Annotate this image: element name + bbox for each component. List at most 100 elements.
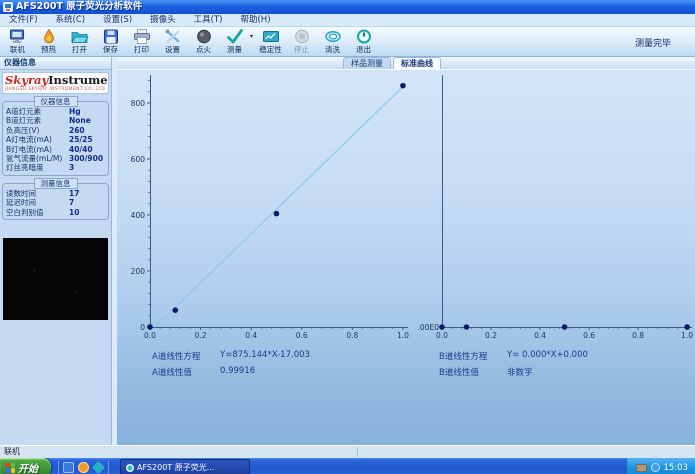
svg-text:0.8: 0.8 <box>346 331 358 340</box>
save-icon <box>101 29 121 45</box>
info-row: B道灯元素 None <box>6 116 91 126</box>
taskbar-clock[interactable]: 15:03 <box>664 463 689 473</box>
channel-a-equation-block: A道线性方程 Y=875.144*X-17.003 A道线性值 0.99916 <box>152 350 310 382</box>
instrument-info-panel: 仪器信息 A道灯元素 Hg B道灯元素 None 负高压(V) 260 A灯电流(mA… <box>2 96 109 176</box>
svg-text:600: 600 <box>131 155 146 164</box>
exit-icon <box>354 29 374 45</box>
skyray-logo: SkyrayInstrument JIANGSU SKYRAY INSTRUME… <box>2 72 109 94</box>
windows-logo-icon <box>5 462 15 473</box>
channel-b-equation-block: B道线性方程 Y= 0.000*X+0.000 B道线性值 非数字 <box>439 350 588 382</box>
svg-text:0.2: 0.2 <box>485 331 497 340</box>
measurement-info-panel: 测量信息 读数时间 17 延迟时间 7 空白判别值 10 <box>2 177 109 221</box>
svg-text:0.0: 0.0 <box>436 331 448 340</box>
tray-icon-2[interactable] <box>650 463 660 472</box>
tab-sample-measurement[interactable]: 样品测量 <box>343 57 391 69</box>
svg-text:0.6: 0.6 <box>296 331 308 340</box>
menu-item-tools[interactable]: 工具(T) <box>185 14 232 26</box>
menu-item-system[interactable]: 系统(C) <box>47 14 95 26</box>
tab-standard-curve[interactable]: 标准曲线 <box>393 57 441 69</box>
tray-icon-1[interactable] <box>635 463 647 472</box>
toolbar-button-stop[interactable]: 停止 <box>286 28 317 56</box>
sidebar-header: 仪器信息 <box>0 57 111 70</box>
toolbar-button-settings[interactable]: 设置 <box>157 28 188 56</box>
taskbar: 开始 AFS200T 原子荧光... 15:03 <box>0 458 695 474</box>
taskbar-app-label: AFS200T 原子荧光... <box>137 463 215 472</box>
connection-status: 联机 <box>4 447 20 456</box>
computer-icon <box>8 29 28 45</box>
svg-text:0.4: 0.4 <box>245 331 257 340</box>
a-linearity-value: 0.99916 <box>220 366 256 376</box>
info-row: A灯电流(mA) 25/25 <box>6 135 93 145</box>
info-row: B灯电流(mA) 40/40 <box>6 144 93 154</box>
svg-text:0.00E0: 0.00E0 <box>417 323 439 332</box>
menu-item-camera[interactable]: 摄像头 <box>141 14 185 26</box>
toolbar-button-stability[interactable]: 稳定性 <box>255 28 286 56</box>
settings-icon <box>163 29 183 45</box>
statusbar-separator <box>357 447 358 457</box>
info-row: 负高压(V) 260 <box>6 125 85 135</box>
stop-icon <box>292 29 312 45</box>
svg-text:200: 200 <box>131 267 146 276</box>
toolbar-button-preheat[interactable]: 预热 <box>33 28 64 56</box>
menu-item-file[interactable]: 文件(F) <box>0 14 47 26</box>
info-row: 灯丝亮暗度 3 <box>6 163 75 173</box>
svg-text:1.0: 1.0 <box>397 331 409 340</box>
info-row: A道灯元素 Hg <box>6 107 81 116</box>
window-title: AFS200T 原子荧光分析软件 <box>16 1 143 12</box>
svg-text:800: 800 <box>131 99 146 108</box>
app-icon-small <box>126 463 134 472</box>
menu-item-settings[interactable]: 设置(S) <box>94 14 141 26</box>
open-folder-icon <box>70 29 90 45</box>
a-linearity-label: A道线性值 <box>152 368 192 378</box>
sidebar: 仪器信息 SkyrayInstrument JIANGSU SKYRAY INS… <box>0 57 112 445</box>
toolbar-button-connect[interactable]: 联机 <box>2 28 33 56</box>
quick-launch-icon-2[interactable] <box>78 462 89 473</box>
print-icon <box>132 29 152 45</box>
logo-brand-italic: Skyray <box>5 73 49 87</box>
svg-text:1.0: 1.0 <box>681 331 693 340</box>
taskbar-app-button[interactable]: AFS200T 原子荧光... <box>120 459 250 474</box>
toolbar-button-exit[interactable]: 退出 <box>348 28 379 56</box>
chart-area: 0.0 0.2 0.4 0.6 0.8 1.0 0 200 400 600 800 0.0 0.2 0.… <box>117 69 695 445</box>
svg-text:0.2: 0.2 <box>195 331 207 340</box>
toolbar-button-ignite[interactable]: 点火 <box>188 28 219 56</box>
instrument-info-title: 仪器信息 <box>33 96 78 107</box>
svg-text:0.0: 0.0 <box>144 331 156 340</box>
b-equation-value: Y= 0.000*X+0.000 <box>507 350 588 360</box>
channel-a-calibration-chart: 0.0 0.2 0.4 0.6 0.8 1.0 0 200 400 600 800 <box>131 75 409 340</box>
heat-icon <box>39 29 59 45</box>
svg-text:400: 400 <box>131 211 146 220</box>
clean-icon <box>323 29 343 45</box>
start-label: 开始 <box>18 464 38 474</box>
toolbar-button-clean[interactable]: 清洗 <box>317 28 348 56</box>
a-equation-value: Y=875.144*X-17.003 <box>220 350 310 360</box>
logo-brand-rest: Instrument <box>48 73 108 87</box>
info-row: 空白判别值 10 <box>6 207 80 217</box>
logo-subtitle: JIANGSU SKYRAY INSTRUMENT CO.,LTD <box>5 87 106 92</box>
measurement-info-title: 测量信息 <box>33 177 78 189</box>
toolbar-button-open[interactable]: 打开 <box>64 28 95 56</box>
main-area: 样品测量 标准曲线 0.0 0.2 0.4 0.6 0.8 1.0 0 200 400 600 80… <box>112 57 695 445</box>
title-bar[interactable]: AFS200T 原子荧光分析软件 <box>0 0 695 14</box>
a-equation-label: A道线性方程 <box>152 352 201 362</box>
toolbar-button-print[interactable]: 打印 <box>126 28 157 56</box>
quick-launch-icon-3[interactable] <box>91 460 106 474</box>
b-linearity-label: B道线性值 <box>439 368 479 378</box>
svg-text:0.8: 0.8 <box>632 331 644 340</box>
quick-launch-icon-1[interactable] <box>63 462 74 473</box>
info-row: 延迟时间 7 <box>6 198 75 208</box>
quick-launch-bar <box>58 460 109 474</box>
ignite-icon <box>194 29 214 45</box>
svg-text:0: 0 <box>140 323 145 332</box>
info-row: 读数时间 17 <box>6 188 80 198</box>
toolbar-button-measure[interactable]: 测量 <box>219 28 250 56</box>
system-tray: 15:03 <box>625 458 695 474</box>
measure-icon <box>225 29 245 45</box>
menu-item-help[interactable]: 帮助(H) <box>231 14 279 26</box>
measurement-status-text: 测量完毕 <box>634 39 671 49</box>
app-window: AFS200T 原子荧光分析软件 文件(F) 系统(C) 设置(S) 摄像头 工… <box>0 0 695 474</box>
stability-icon <box>261 29 281 45</box>
toolbar-button-save[interactable]: 保存 <box>95 28 126 56</box>
start-button[interactable]: 开始 <box>0 458 51 474</box>
svg-text:0.4: 0.4 <box>534 331 546 340</box>
